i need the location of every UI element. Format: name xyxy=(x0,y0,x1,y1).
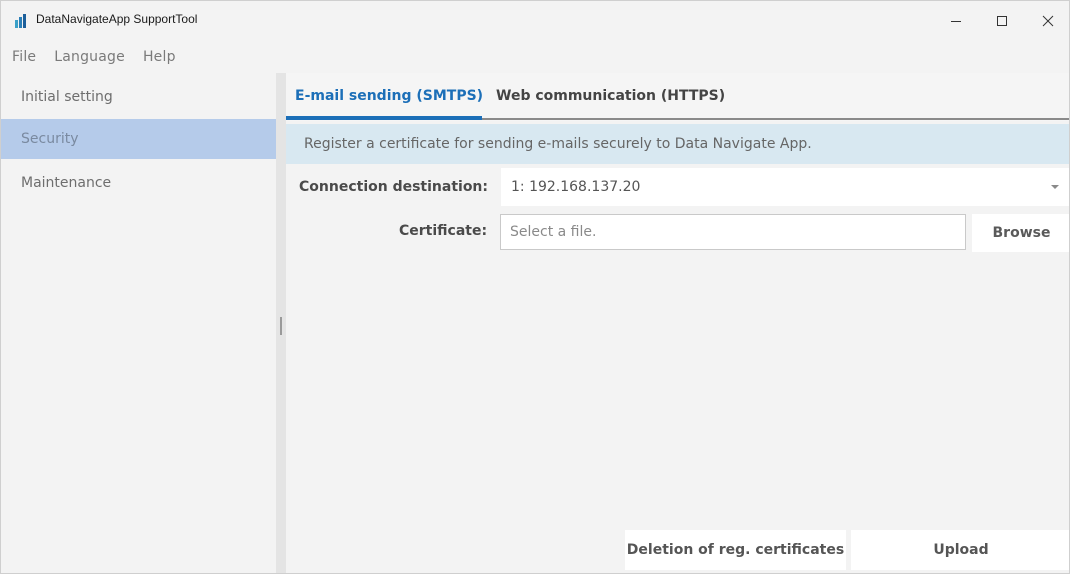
tab-web-https[interactable]: Web communication (HTTPS) xyxy=(496,73,725,119)
upload-button[interactable]: Upload xyxy=(851,530,1069,570)
menu-file[interactable]: File xyxy=(12,49,36,65)
certificate-label: Certificate: xyxy=(399,223,488,239)
menu-help[interactable]: Help xyxy=(143,49,176,65)
sidebar-item-label: Maintenance xyxy=(21,175,112,191)
sidebar-item-security[interactable]: Security xyxy=(1,119,276,159)
tab-label: E-mail sending (SMTPS) xyxy=(295,88,484,104)
sidebar-item-label: Security xyxy=(21,131,79,147)
info-banner: Register a certificate for sending e-mai… xyxy=(286,124,1069,164)
close-button[interactable] xyxy=(1025,1,1069,41)
maximize-button[interactable] xyxy=(979,1,1025,41)
tab-bar: E-mail sending (SMTPS) Web communication… xyxy=(286,73,1069,121)
splitter-grip-handle[interactable] xyxy=(280,317,282,335)
connection-destination-label: Connection destination: xyxy=(299,179,488,195)
sidebar-item-label: Initial setting xyxy=(21,89,113,105)
title-bar: DataNavigateApp SupportTool xyxy=(1,1,1069,41)
window-title: DataNavigateApp SupportTool xyxy=(36,12,198,26)
upload-button-label: Upload xyxy=(933,542,989,558)
chevron-down-icon xyxy=(1051,185,1059,189)
delete-registered-certificates-button[interactable]: Deletion of reg. certificates xyxy=(625,530,846,570)
app-bar-chart-icon xyxy=(15,14,26,28)
minimize-button[interactable] xyxy=(933,1,979,41)
browse-button[interactable]: Browse xyxy=(972,214,1069,252)
main-panel: E-mail sending (SMTPS) Web communication… xyxy=(286,73,1069,573)
active-tab-indicator xyxy=(286,116,482,120)
app-window: DataNavigateApp SupportTool File Languag… xyxy=(0,0,1070,574)
connection-destination-select[interactable]: 1: 192.168.137.20 xyxy=(501,168,1069,206)
tab-email-smtps[interactable]: E-mail sending (SMTPS) xyxy=(295,73,483,119)
maximize-icon xyxy=(997,16,1007,26)
info-banner-text: Register a certificate for sending e-mai… xyxy=(304,136,812,152)
tab-label: Web communication (HTTPS) xyxy=(496,88,726,104)
menu-language[interactable]: Language xyxy=(54,49,125,65)
connection-destination-value: 1: 192.168.137.20 xyxy=(511,179,641,195)
sidebar: Initial setting Security Maintenance xyxy=(1,73,276,573)
minimize-icon xyxy=(951,21,961,22)
menu-bar: File Language Help xyxy=(1,41,1069,73)
sidebar-item-maintenance[interactable]: Maintenance xyxy=(1,163,276,203)
delete-button-label: Deletion of reg. certificates xyxy=(626,542,845,558)
browse-button-label: Browse xyxy=(992,225,1051,241)
certificate-file-input[interactable] xyxy=(500,214,966,250)
close-icon xyxy=(1042,15,1054,27)
sidebar-item-initial-setting[interactable]: Initial setting xyxy=(1,77,276,117)
